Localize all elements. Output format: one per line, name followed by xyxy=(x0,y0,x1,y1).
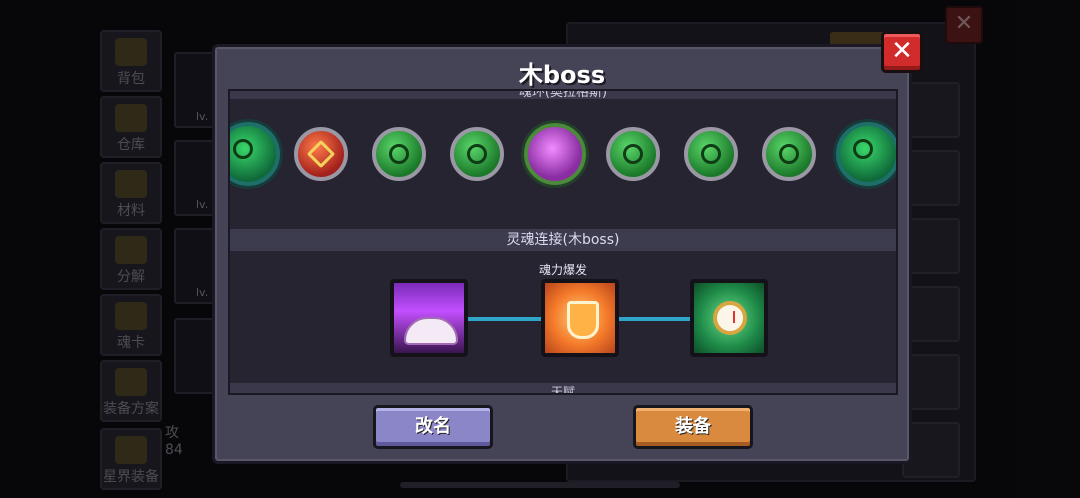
soul-mark xyxy=(623,144,643,164)
dialog-title: 木boss xyxy=(518,61,606,89)
stopwatch-skill-icon[interactable] xyxy=(690,279,768,357)
soul-ring-section-header: 魂环(奥拉格斯) xyxy=(230,91,896,100)
soul-mark xyxy=(467,144,487,164)
soul-link-header: 灵魂连接(木boss) xyxy=(230,229,896,251)
soul-mark xyxy=(853,139,873,159)
soul-mark xyxy=(306,139,336,169)
boss-soul-icon[interactable] xyxy=(230,122,280,186)
soul-mark xyxy=(389,144,409,164)
skill-connector-line xyxy=(619,317,690,321)
close-icon[interactable]: ✕ xyxy=(881,31,923,73)
talent-section-header: 天赋 xyxy=(230,383,896,393)
rename-button[interactable]: 改名 xyxy=(373,405,493,449)
soul-mark xyxy=(233,139,253,159)
soul-ring-row xyxy=(230,122,896,199)
boss-soul-icon[interactable] xyxy=(836,122,896,186)
stopwatch-icon xyxy=(713,301,747,335)
shield-skill-icon[interactable] xyxy=(541,279,619,357)
red-dagger-soul-icon[interactable] xyxy=(294,127,348,181)
soul-mark xyxy=(701,144,721,164)
spellbook-skill-icon[interactable] xyxy=(390,279,468,357)
spellbook-icon xyxy=(404,317,458,345)
green-soul-icon[interactable] xyxy=(450,127,504,181)
equip-button[interactable]: 装备 xyxy=(633,405,753,449)
green-soul-icon[interactable] xyxy=(684,127,738,181)
skill-caption: 魂力爆发 xyxy=(538,263,587,277)
green-soul-icon[interactable] xyxy=(762,127,816,181)
green-soul-icon[interactable] xyxy=(372,127,426,181)
soul-mark xyxy=(779,144,799,164)
dialog-scroll-content[interactable]: 魂环(奥拉格斯) 灵魂连接(木boss) 魂力爆发 天赋 xyxy=(228,89,898,395)
stopwatch-hand xyxy=(733,311,735,323)
purple-orb-soul-icon[interactable] xyxy=(524,123,586,185)
green-soul-icon[interactable] xyxy=(606,127,660,181)
skill-connector-line xyxy=(468,317,541,321)
shield-icon xyxy=(567,301,599,339)
loadout-dialog: 木boss 魂环(奥拉格斯) 灵魂连接(木boss) 魂力爆发 天赋 改名 装备 xyxy=(212,44,912,464)
